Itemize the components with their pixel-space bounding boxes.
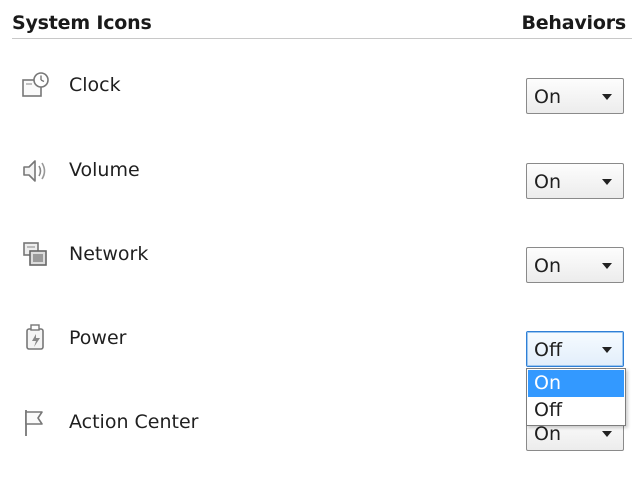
chevron-down-icon [602, 263, 612, 269]
power-behavior-dropdown[interactable]: Off [526, 331, 624, 367]
volume-behavior-dropdown[interactable]: On [526, 163, 624, 199]
chevron-down-icon [602, 179, 612, 185]
table-row: Network On [0, 239, 640, 309]
action-center-flag-icon [20, 407, 52, 439]
dropdown-value: On [534, 423, 561, 445]
network-behavior-dropdown[interactable]: On [526, 247, 624, 283]
table-row: Clock On [0, 70, 640, 140]
volume-icon [20, 155, 52, 187]
network-icon [20, 239, 52, 271]
row-label-clock: Clock [69, 74, 121, 96]
column-header-system-icons: System Icons [12, 12, 152, 34]
power-behavior-options-menu: On Off [526, 368, 626, 426]
dropdown-value: On [534, 255, 561, 277]
option-off[interactable]: Off [528, 397, 624, 424]
chevron-down-icon [602, 431, 612, 437]
clock-icon [20, 70, 52, 102]
row-label-volume: Volume [69, 159, 140, 181]
column-header-behaviors: Behaviors [521, 12, 626, 34]
table-row: Volume On [0, 155, 640, 225]
dropdown-value: Off [534, 339, 563, 361]
power-icon [20, 323, 52, 355]
row-label-power: Power [69, 327, 127, 349]
chevron-down-icon [602, 94, 612, 100]
dropdown-value: On [534, 86, 561, 108]
option-on[interactable]: On [528, 370, 624, 397]
clock-behavior-dropdown[interactable]: On [526, 78, 624, 114]
chevron-down-icon [602, 347, 612, 353]
dropdown-value: On [534, 171, 561, 193]
row-label-action-center: Action Center [69, 411, 199, 433]
table-header: System Icons Behaviors [0, 0, 640, 40]
row-label-network: Network [69, 243, 149, 265]
header-divider [12, 38, 632, 39]
